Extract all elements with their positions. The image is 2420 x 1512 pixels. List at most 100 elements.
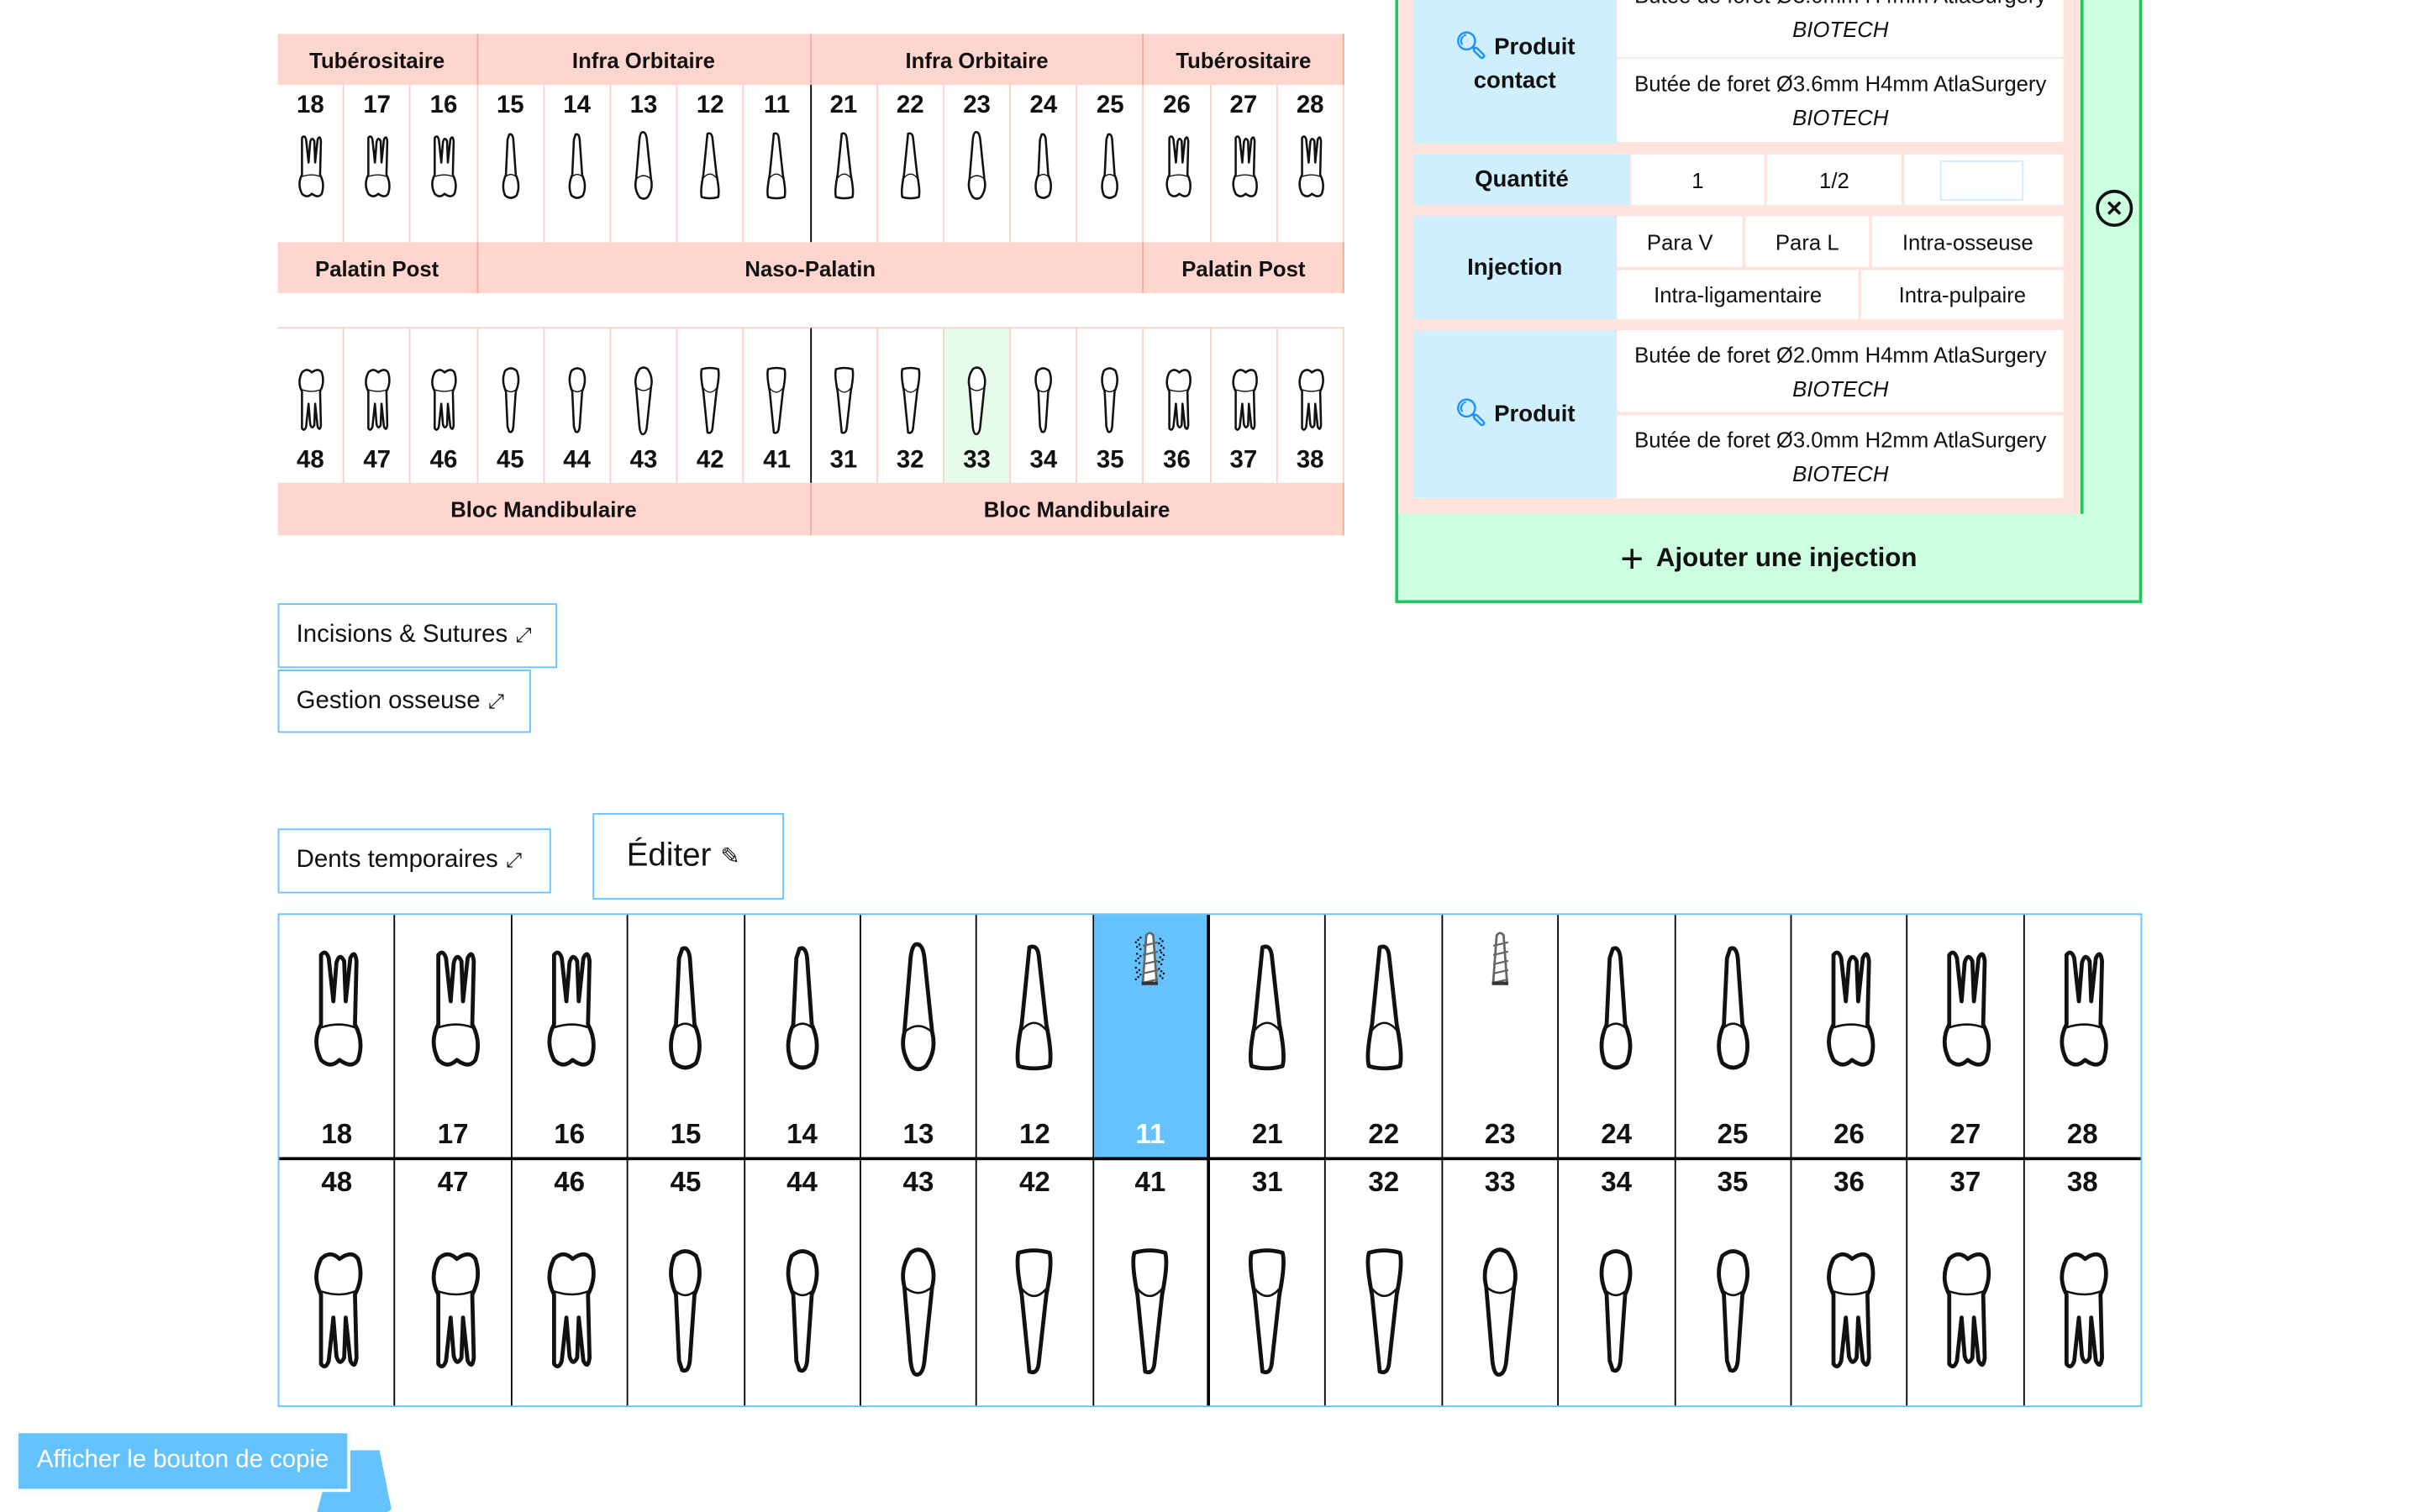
tooth-33[interactable]: 33 [944, 327, 1012, 483]
chart-tooth-36[interactable]: 36 [1791, 1160, 1908, 1406]
tooth-31[interactable]: 31 [811, 327, 878, 483]
injection-option-para-v[interactable]: Para V [1617, 216, 1743, 267]
zone-tub-rositaire[interactable]: Tubérositaire [277, 34, 478, 86]
tooth-number: 37 [1949, 1166, 1981, 1198]
search-icon[interactable]: 🔍︎ [1455, 398, 1488, 428]
injection-option-intra-osseuse[interactable]: Intra-osseuse [1871, 216, 2064, 267]
tooth-number: 42 [1018, 1166, 1050, 1198]
zone-palatin-post[interactable]: Palatin Post [1144, 242, 1344, 293]
injection-option-intra-ligamentaire[interactable]: Intra-ligamentaire [1617, 270, 1859, 320]
chart-tooth-47[interactable]: 47 [396, 1160, 513, 1406]
tooth-15[interactable]: 15 [478, 85, 544, 243]
tooth-22[interactable]: 22 [878, 85, 944, 243]
edit-button[interactable]: Éditer ✎ [592, 812, 785, 900]
quantity-input[interactable] [1939, 160, 2023, 200]
zone-tub-rositaire[interactable]: Tubérositaire [1144, 34, 1344, 86]
tooth-12[interactable]: 12 [678, 85, 744, 243]
tooth-47[interactable]: 47 [344, 327, 412, 483]
chart-tooth-24[interactable]: 24 [1559, 915, 1676, 1161]
tooth-14[interactable]: 14 [544, 85, 612, 243]
chart-tooth-32[interactable]: 32 [1326, 1160, 1443, 1406]
chart-tooth-15[interactable]: 15 [628, 915, 745, 1161]
tooth-26[interactable]: 26 [1144, 85, 1212, 243]
chart-tooth-25[interactable]: 25 [1675, 915, 1792, 1161]
close-icon[interactable]: ✕ [2096, 189, 2133, 227]
chart-tooth-11[interactable]: 11 [1093, 915, 1210, 1161]
tooth-21[interactable]: 21 [811, 85, 878, 243]
chart-tooth-34[interactable]: 34 [1559, 1160, 1676, 1406]
tooth-16[interactable]: 16 [411, 85, 478, 243]
chart-tooth-33[interactable]: 33 [1443, 1160, 1560, 1406]
tooth-43[interactable]: 43 [611, 327, 678, 483]
tooth-44[interactable]: 44 [544, 327, 612, 483]
injection-option-para-l[interactable]: Para L [1745, 216, 1870, 267]
chart-tooth-44[interactable]: 44 [744, 1160, 861, 1406]
incisions-sutures-button[interactable]: Incisions & Sutures ⤢ [277, 603, 558, 669]
contact-product-item[interactable]: Butée de foret Ø3.6mm H4mm AtlaSurgery BI… [1617, 58, 2064, 142]
chart-tooth-21[interactable]: 21 [1209, 915, 1327, 1161]
chart-tooth-14[interactable]: 14 [744, 915, 861, 1161]
tooth-number: 33 [1484, 1166, 1516, 1198]
chart-tooth-27[interactable]: 27 [1907, 915, 2025, 1161]
chart-tooth-48[interactable]: 48 [279, 1160, 396, 1406]
tooth-46[interactable]: 46 [411, 327, 478, 483]
tooth-number: 47 [437, 1166, 469, 1198]
search-icon[interactable]: 🔍︎ [1455, 31, 1488, 60]
chart-tooth-43[interactable]: 43 [861, 1160, 978, 1406]
tooth-molar-icon [1231, 369, 1258, 431]
tooth-42[interactable]: 42 [677, 327, 744, 483]
tooth-molar-icon [1298, 135, 1324, 197]
chart-tooth-35[interactable]: 35 [1676, 1160, 1792, 1406]
tooth-23[interactable]: 23 [944, 85, 1012, 243]
tooth-28[interactable]: 28 [1277, 85, 1344, 243]
tooth-36[interactable]: 36 [1144, 327, 1212, 483]
tooth-48[interactable]: 48 [277, 327, 345, 483]
dents-temporaires-button[interactable]: Dents temporaires ⤢ [277, 828, 551, 894]
chart-tooth-42[interactable]: 42 [977, 1160, 1094, 1406]
chart-tooth-37[interactable]: 37 [1908, 1160, 2025, 1406]
tooth-18[interactable]: 18 [278, 85, 345, 243]
tooth-24[interactable]: 24 [1011, 85, 1078, 243]
zone-infra-orbitaire[interactable]: Infra Orbitaire [477, 34, 812, 86]
quantity-option-half[interactable]: 1/2 [1767, 154, 1902, 206]
zone-palatin-post[interactable]: Palatin Post [277, 242, 478, 293]
injection-option-intra-pulpaire[interactable]: Intra-pulpaire [1861, 270, 2064, 320]
tooth-38[interactable]: 38 [1277, 327, 1344, 483]
tooth-27[interactable]: 27 [1211, 85, 1278, 243]
gestion-osseuse-button[interactable]: Gestion osseuse ⤢ [277, 669, 531, 733]
tooth-35[interactable]: 35 [1077, 327, 1144, 483]
chart-tooth-45[interactable]: 45 [629, 1160, 745, 1406]
contact-product-item[interactable]: Butée de foret Ø3.0mm H4mm AtlaSurgeryBI… [1617, 0, 2064, 57]
zone-infra-orbitaire[interactable]: Infra Orbitaire [811, 34, 1144, 86]
chart-tooth-28[interactable]: 28 [2024, 915, 2141, 1161]
tooth-32[interactable]: 32 [877, 327, 944, 483]
show-copy-button[interactable]: Afficher le bouton de copie [18, 1433, 350, 1493]
chart-tooth-12[interactable]: 12 [977, 915, 1094, 1161]
chart-tooth-41[interactable]: 41 [1094, 1160, 1210, 1406]
chart-tooth-26[interactable]: 26 [1791, 915, 1908, 1161]
chart-tooth-31[interactable]: 31 [1210, 1160, 1327, 1406]
chart-tooth-23[interactable]: 23 [1442, 915, 1560, 1161]
add-injection-button[interactable]: + Ajouter une injection [1398, 517, 2139, 600]
tooth-34[interactable]: 34 [1011, 327, 1078, 483]
zone-naso-palatin[interactable]: Naso-Palatin [477, 242, 1144, 293]
chart-tooth-18[interactable]: 18 [279, 915, 396, 1161]
chart-tooth-22[interactable]: 22 [1326, 915, 1443, 1161]
tooth-37[interactable]: 37 [1211, 327, 1278, 483]
tooth-17[interactable]: 17 [345, 85, 412, 243]
tooth-11[interactable]: 11 [744, 85, 812, 243]
chart-tooth-16[interactable]: 16 [512, 915, 629, 1161]
quantity-option-1[interactable]: 1 [1631, 154, 1765, 206]
tooth-45[interactable]: 45 [477, 327, 544, 483]
product-item[interactable]: Butée de foret Ø2.0mm H4mm AtlaSurgery BI… [1617, 330, 2064, 412]
chart-tooth-13[interactable]: 13 [860, 915, 978, 1161]
tooth-25[interactable]: 25 [1077, 85, 1144, 243]
chart-tooth-38[interactable]: 38 [2024, 1160, 2140, 1405]
tooth-41[interactable]: 41 [744, 327, 812, 483]
zone-bloc-mandibulaire[interactable]: Bloc Mandibulaire [811, 482, 1344, 536]
zone-bloc-mandibulaire[interactable]: Bloc Mandibulaire [277, 482, 812, 536]
tooth-13[interactable]: 13 [611, 85, 678, 243]
chart-tooth-17[interactable]: 17 [395, 915, 513, 1161]
chart-tooth-46[interactable]: 46 [512, 1160, 629, 1406]
product-item[interactable]: Butée de foret Ø3.0mm H2mm AtlaSurgery BI… [1617, 415, 2064, 499]
